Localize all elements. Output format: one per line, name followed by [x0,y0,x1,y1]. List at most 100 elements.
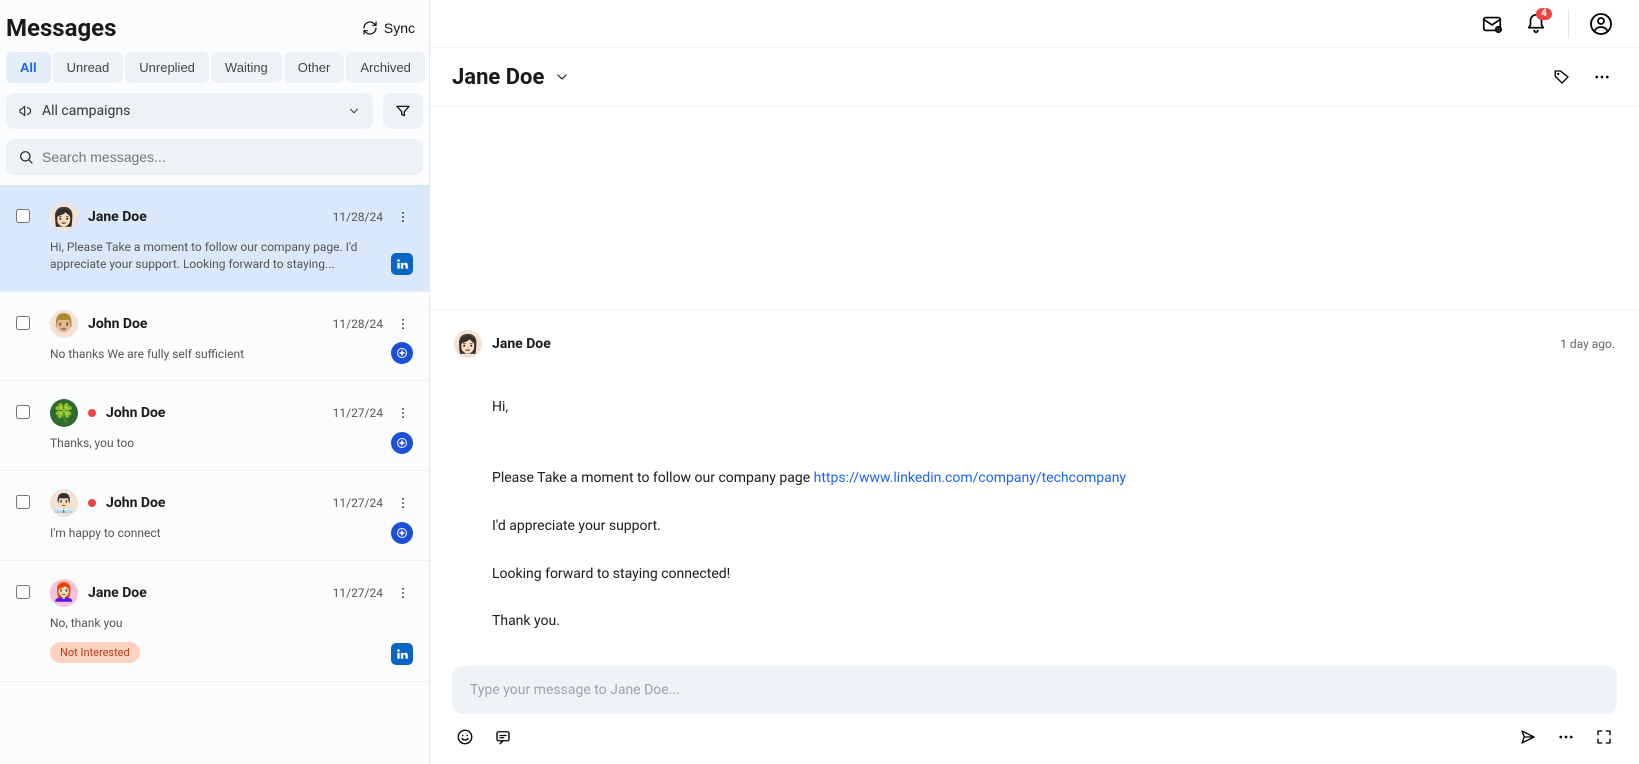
select-checkbox[interactable] [16,405,30,419]
message-date: 11/28/24 [333,317,383,331]
message-more-button[interactable] [393,210,413,224]
campaign-selector[interactable]: All campaigns [6,93,373,129]
more-vertical-icon [396,586,410,600]
search-icon [18,149,34,165]
linkedin-icon [391,643,413,665]
more-horizontal-icon [1557,728,1575,746]
tag-button[interactable] [1547,62,1577,92]
navigator-icon [391,522,413,544]
tab-unread[interactable]: Unread [53,52,124,83]
tab-other[interactable]: Other [284,52,345,83]
megaphone-icon [18,103,34,119]
sync-button[interactable]: Sync [362,20,415,36]
refresh-icon [362,20,378,36]
mail-plus-icon [1481,13,1503,35]
message-more-button[interactable] [393,317,413,331]
bubble-timestamp: 1 day ago. [1560,337,1615,351]
message-preview: No thanks We are fully self sufficient [50,346,413,363]
message-more-button[interactable] [393,586,413,600]
emoji-button[interactable] [452,724,478,750]
chat-template-icon [494,728,512,746]
company-link[interactable]: https://www.linkedin.com/company/techcom… [814,470,1126,486]
tab-all[interactable]: All [6,52,51,83]
tab-waiting[interactable]: Waiting [211,52,282,83]
send-icon [1519,728,1537,746]
message-bubble: 👩🏻 Jane Doe 1 day ago. Hi, Please Take a… [430,309,1639,654]
account-button[interactable] [1583,6,1619,42]
filter-icon [395,103,411,119]
message-preview: Hi, Please Take a moment to follow our c… [50,239,413,273]
bubble-sender-name: Jane Doe [492,336,1550,352]
select-checkbox[interactable] [16,316,30,330]
sender-avatar: 👩🏻 [454,330,482,358]
message-preview: Thanks, you too [50,435,413,452]
more-vertical-icon [396,210,410,224]
expand-button[interactable] [1591,724,1617,750]
compose-mail-button[interactable] [1474,6,1510,42]
message-preview: I'm happy to connect [50,525,413,542]
tag-icon [1553,68,1571,86]
message-item[interactable]: 👩🏻‍🦰 Jane Doe 11/27/24 No, thank you Not… [0,561,429,682]
chevron-down-icon [347,104,361,118]
top-bar: 4 [430,0,1639,48]
message-text: Hi, Please Take a moment to follow our c… [454,372,1615,634]
message-date: 11/27/24 [333,586,383,600]
sender-name: John Doe [88,316,323,332]
tab-unreplied[interactable]: Unreplied [125,52,209,83]
avatar: 🍀 [50,399,78,427]
campaign-label: All campaigns [42,103,130,119]
tab-archived[interactable]: Archived [346,52,425,83]
smile-icon [456,728,474,746]
sender-name: Jane Doe [88,209,323,225]
avatar: 👨🏻‍💼 [50,489,78,517]
conversation-pane: 4 Jane Doe [430,0,1639,764]
select-checkbox[interactable] [16,585,30,599]
send-button[interactable] [1515,724,1541,750]
more-horizontal-icon [1593,68,1611,86]
composer: Type your message to Jane Doe... [430,654,1639,764]
filter-tabs: All Unread Unreplied Waiting Other Archi… [0,52,429,93]
compose-input[interactable]: Type your message to Jane Doe... [452,666,1617,714]
message-date: 11/28/24 [333,210,383,224]
composer-more-button[interactable] [1553,724,1579,750]
conversation-header: Jane Doe [430,48,1639,107]
search-input[interactable] [42,149,411,165]
sender-name: John Doe [106,495,323,511]
more-vertical-icon [396,406,410,420]
divider [1568,10,1569,38]
messages-sidebar: Messages Sync All Unread Unreplied Waiti… [0,0,430,764]
message-more-button[interactable] [393,406,413,420]
message-list[interactable]: 👩🏻 Jane Doe 11/28/24 Hi, Please Take a m… [0,185,429,764]
filter-button[interactable] [383,93,423,129]
message-item[interactable]: 👩🏻 Jane Doe 11/28/24 Hi, Please Take a m… [0,185,429,292]
message-item[interactable]: 👨🏼 John Doe 11/28/24 No thanks We are fu… [0,292,429,382]
sender-name: Jane Doe [88,585,323,601]
select-checkbox[interactable] [16,495,30,509]
linkedin-icon [391,253,413,275]
message-item[interactable]: 🍀 John Doe 11/27/24 Thanks, you too [0,381,429,471]
message-item[interactable]: 👨🏻‍💼 John Doe 11/27/24 I'm happy to conn… [0,471,429,561]
expand-icon [1595,728,1613,746]
conversation-more-button[interactable] [1587,62,1617,92]
message-date: 11/27/24 [333,496,383,510]
notification-badge: 4 [1536,8,1552,20]
avatar: 👩🏻 [50,203,78,231]
tag-chip: Not Interested [50,642,140,663]
conversation-title: Jane Doe [452,65,544,90]
avatar: 👩🏻‍🦰 [50,579,78,607]
unread-indicator [88,409,96,417]
user-circle-icon [1589,12,1613,36]
message-preview: No, thank you [50,615,413,632]
more-vertical-icon [396,496,410,510]
snippet-button[interactable] [490,724,516,750]
select-checkbox[interactable] [16,209,30,223]
sender-name: John Doe [106,405,323,421]
conversation-body[interactable]: 👩🏻 Jane Doe 1 day ago. Hi, Please Take a… [430,107,1639,654]
chevron-down-icon [554,69,570,85]
conversation-title-dropdown[interactable]: Jane Doe [452,65,570,90]
unread-indicator [88,499,96,507]
message-date: 11/27/24 [333,406,383,420]
search-box[interactable] [6,139,423,175]
page-title: Messages [6,14,116,42]
message-more-button[interactable] [393,496,413,510]
